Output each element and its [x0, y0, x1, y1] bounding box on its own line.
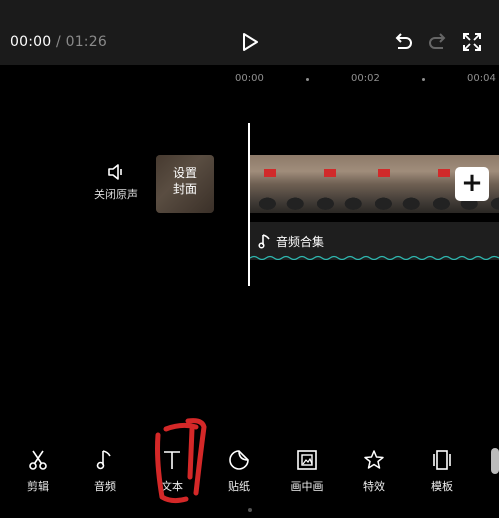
current-time: 00:00 — [10, 34, 52, 50]
redo-icon[interactable] — [427, 31, 449, 53]
tool-label: 画中画 — [290, 480, 324, 493]
audio-track-label: 音频合集 — [276, 235, 325, 249]
cover-label-line1: 设置 — [172, 166, 197, 180]
tool-label: 特效 — [363, 480, 385, 493]
text-icon — [164, 451, 180, 469]
fullscreen-icon[interactable] — [461, 31, 483, 53]
template-icon — [433, 450, 451, 470]
tool-label: 剪辑 — [27, 480, 49, 493]
total-time: 01:26 — [65, 34, 107, 50]
music-note-icon — [96, 450, 111, 470]
tool-label: 文本 — [161, 480, 183, 493]
ruler-label: 00:02 — [351, 73, 380, 84]
sticker-icon — [229, 450, 249, 470]
tool-edit[interactable]: 剪辑 — [10, 440, 66, 494]
tool-effects[interactable]: 特效 — [346, 440, 402, 494]
time-separator: / — [56, 34, 61, 50]
video-frame-thumbnail — [308, 155, 367, 213]
music-note-icon — [258, 234, 270, 249]
playhead[interactable] — [248, 123, 250, 286]
video-frame-thumbnail — [366, 155, 425, 213]
ruler-dot — [306, 78, 309, 81]
top-bar: 00:00 / 01:26 — [0, 0, 499, 65]
picture-in-picture-icon — [297, 450, 317, 470]
time-display: 00:00 / 01:26 — [10, 34, 107, 50]
set-cover-button[interactable]: 设置 封面 — [156, 155, 214, 213]
ruler-label: 00:04 — [467, 73, 496, 84]
tool-label: 模板 — [431, 480, 453, 493]
tool-sticker[interactable]: 贴纸 — [211, 440, 267, 494]
scissors-icon — [29, 450, 47, 470]
ruler-label: 00:00 — [235, 73, 264, 84]
cover-label-line2: 封面 — [172, 182, 197, 196]
home-indicator-dot — [248, 508, 252, 512]
add-clip-button[interactable]: + — [455, 167, 489, 201]
tool-audio[interactable]: 音频 — [77, 440, 133, 494]
tool-template[interactable]: 模板 — [414, 440, 470, 494]
speaker-icon — [108, 164, 122, 180]
tool-label: 音频 — [94, 480, 116, 493]
video-frame-thumbnail — [250, 155, 309, 213]
effects-star-icon — [364, 450, 384, 469]
ruler-dot — [422, 78, 425, 81]
time-ruler[interactable]: 00:00 00:02 00:04 — [0, 65, 499, 95]
audio-waveform — [250, 255, 499, 260]
tool-text[interactable]: 文本 — [144, 440, 200, 494]
bottom-toolbar: 剪辑 音频 文本 贴纸 画中画 特效 模板 — [0, 440, 499, 518]
undo-icon[interactable] — [392, 31, 414, 53]
mute-label: 关闭原声 — [94, 188, 138, 201]
tool-label: 贴纸 — [228, 480, 250, 493]
cover-label: 设置 封面 — [156, 165, 214, 197]
mute-original-audio-button[interactable]: 关闭原声 — [88, 162, 144, 202]
toolbar-overflow-hint[interactable] — [491, 448, 499, 474]
tool-picture-in-picture[interactable]: 画中画 — [279, 440, 335, 494]
audio-track[interactable]: 音频合集 — [250, 222, 499, 260]
play-icon[interactable] — [239, 31, 261, 53]
